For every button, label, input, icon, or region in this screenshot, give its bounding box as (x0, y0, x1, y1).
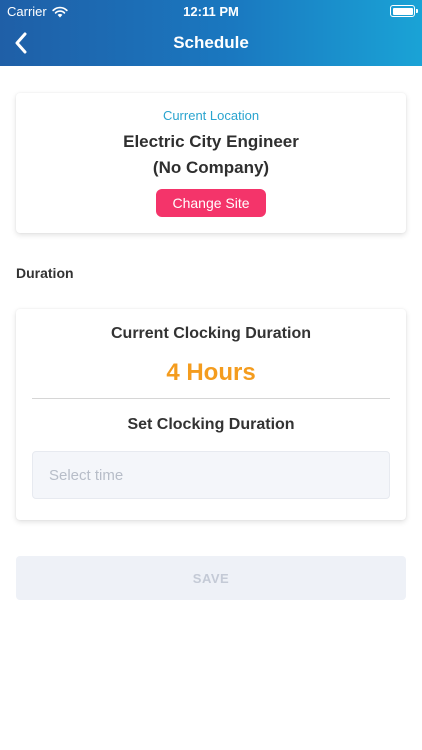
status-bar: Carrier 12:11 PM (0, 0, 422, 22)
location-name-line1: Electric City Engineer (123, 132, 299, 151)
current-duration-label: Current Clocking Duration (110, 325, 311, 342)
current-location-label: Current Location (162, 108, 260, 123)
set-duration-label: Set Clocking Duration (127, 416, 295, 433)
battery-icon (390, 5, 418, 17)
select-time-input[interactable]: Select time (32, 451, 390, 499)
nav-bar: Schedule (0, 22, 422, 66)
select-time-placeholder: Select time (49, 466, 124, 484)
duration-card: Current Clocking Duration 4 Hours Set Cl… (16, 309, 406, 520)
status-time: 12:11 PM (183, 4, 239, 19)
save-button[interactable]: SAVE (16, 556, 406, 600)
page-title: Schedule (173, 33, 249, 52)
current-duration-value: 4 Hours (166, 359, 256, 386)
location-name: Electric City Engineer (No Company) (16, 129, 406, 181)
location-name-line2: (No Company) (152, 158, 270, 177)
current-location-card: Current Location Electric City Engineer … (16, 93, 406, 233)
divider (32, 398, 390, 399)
change-site-button[interactable]: Change Site (156, 189, 266, 217)
app-header: Carrier 12:11 PM Schedule (0, 0, 422, 66)
duration-section-title: Duration (16, 265, 74, 281)
